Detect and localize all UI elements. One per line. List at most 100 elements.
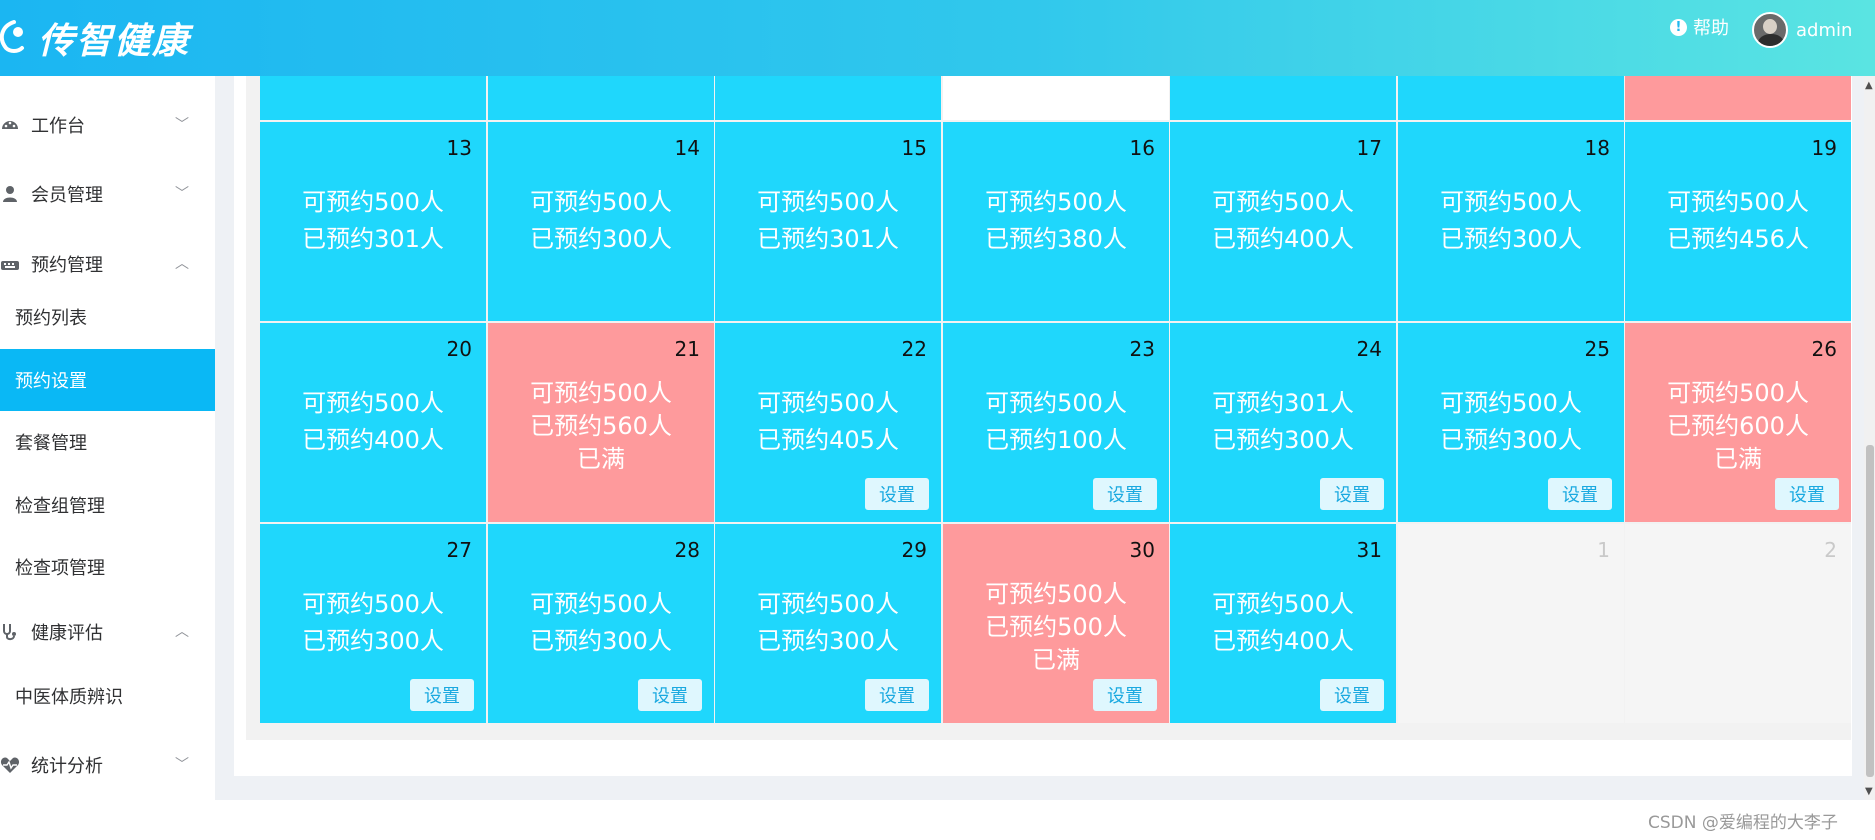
calendar-day-cell[interactable]	[715, 76, 941, 120]
calendar-day-cell[interactable]	[1170, 76, 1396, 120]
day-number: 27	[446, 538, 472, 562]
calendar-day-cell[interactable]: 16 可预约500人 已预约380人	[943, 122, 1169, 321]
capacity-text: 可预约500人	[302, 389, 444, 417]
appointment-info: 可预约500人 已预约380人	[943, 184, 1169, 258]
booked-text: 已预约301人	[757, 225, 899, 253]
logo-mark-icon	[0, 18, 34, 58]
sidebar-menu-label: 工作台	[31, 116, 85, 137]
calendar-day-cell[interactable]: 18 可预约500人 已预约300人	[1398, 122, 1624, 321]
set-button[interactable]: 设置	[865, 679, 929, 711]
capacity-text: 可预约500人	[530, 590, 672, 618]
chevron-up-icon: ︿	[175, 624, 189, 640]
user-menu[interactable]: admin	[1752, 12, 1852, 48]
set-button[interactable]: 设置	[1320, 679, 1384, 711]
heartbeat-icon	[0, 757, 20, 773]
full-status-text: 已满	[1032, 646, 1080, 674]
booked-text: 已预约300人	[530, 225, 672, 253]
help-link[interactable]: ! 帮助	[1670, 14, 1729, 40]
calendar-day-cell[interactable]	[1398, 76, 1624, 120]
calendar-day-cell[interactable]: 22 可预约500人 已预约405人 设置	[715, 323, 941, 522]
calendar-day-cell[interactable]	[260, 76, 486, 120]
day-number: 14	[674, 136, 700, 160]
sidebar-item-appointment-settings[interactable]: 预约设置	[0, 349, 215, 411]
logo[interactable]: 传智健康	[0, 10, 190, 66]
watermark: CSDN @爱编程的大李子	[1648, 813, 1838, 833]
day-number: 25	[1584, 337, 1610, 361]
sidebar-item-appointment-list[interactable]: 预约列表	[0, 286, 215, 348]
sidebar-menu-label: 会员管理	[31, 185, 103, 206]
set-button[interactable]: 设置	[1548, 478, 1612, 510]
appointment-info: 可预约500人 已预约300人	[1398, 385, 1624, 459]
scrollbar-thumb[interactable]	[1866, 445, 1874, 777]
set-button[interactable]: 设置	[1093, 679, 1157, 711]
info-icon: !	[1670, 18, 1687, 36]
calendar-day-cell[interactable]: 27 可预约500人 已预约300人 设置	[260, 524, 486, 723]
stethoscope-icon	[3, 624, 16, 641]
day-number: 26	[1811, 337, 1837, 361]
full-status-text: 已满	[1714, 445, 1762, 473]
sidebar-item-label: 预约设置	[15, 371, 87, 392]
sidebar-menu-members[interactable]: 会员管理 ﹀	[0, 162, 215, 226]
capacity-text: 可预约500人	[1212, 188, 1354, 216]
set-button[interactable]: 设置	[1320, 478, 1384, 510]
calendar-day-cell[interactable]: 24 可预约301人 已预约300人设置	[1170, 323, 1396, 522]
calendar-day-cell[interactable]: 25 可预约500人 已预约300人设置	[1398, 323, 1624, 522]
keyboard-icon	[1, 261, 19, 270]
set-button[interactable]: 设置	[410, 679, 474, 711]
calendar-day-cell[interactable]	[1625, 76, 1851, 120]
day-number: 13	[446, 136, 472, 160]
sidebar: 工作台 ﹀ 会员管理 ﹀ 预约管理 ︿ 预约列表 预约设置 套餐管理 检查组管理…	[0, 76, 215, 840]
set-button[interactable]: 设置	[638, 679, 702, 711]
appointment-info: 可预约301人 已预约300人	[1170, 385, 1396, 459]
calendar-day-cell[interactable]: 13 可预约500人 已预约301人	[260, 122, 486, 321]
set-button[interactable]: 设置	[1093, 478, 1157, 510]
booked-text: 已预约380人	[985, 225, 1127, 253]
capacity-text: 可预约500人	[302, 590, 444, 618]
booked-text: 已预约400人	[1212, 627, 1354, 655]
calendar-day-cell[interactable]: 1	[1398, 524, 1624, 723]
calendar-day-cell[interactable]: 21 可预约500人 已预约560人 已满	[488, 323, 714, 522]
calendar-day-cell[interactable]: 2	[1625, 524, 1851, 723]
calendar-day-cell[interactable]: 31 可预约500人 已预约400人 设置	[1170, 524, 1396, 723]
calendar-day-cell[interactable]: 19 可预约500人 已预约456人	[1625, 122, 1851, 321]
calendar-day-cell[interactable]	[488, 76, 714, 120]
day-number: 30	[1129, 538, 1155, 562]
calendar-day-cell[interactable]: 15 可预约500人 已预约301人	[715, 122, 941, 321]
capacity-text: 可预约500人	[1667, 188, 1809, 216]
booked-text: 已预约300人	[1440, 426, 1582, 454]
booked-text: 已预约400人	[1212, 225, 1354, 253]
sidebar-item-checkgroup-management[interactable]: 检查组管理	[0, 474, 215, 536]
calendar-day-cell[interactable]: 26 可预约500人 已预约600人 已满 设置	[1625, 323, 1851, 522]
day-number: 23	[1129, 337, 1155, 361]
booked-text: 已预约500人	[985, 613, 1127, 641]
day-number: 31	[1356, 538, 1382, 562]
sidebar-item-label: 预约列表	[15, 308, 87, 329]
top-header: 传智健康 ! 帮助 admin	[0, 0, 1875, 76]
scroll-up-icon[interactable]: ▲	[1865, 80, 1873, 91]
booked-text: 已预约300人	[530, 627, 672, 655]
sidebar-menu-label: 健康评估	[31, 623, 103, 644]
sidebar-item-package-management[interactable]: 套餐管理	[0, 411, 215, 473]
set-button[interactable]: 设置	[865, 478, 929, 510]
day-number: 2	[1824, 538, 1837, 562]
day-number: 24	[1356, 337, 1382, 361]
appointment-info: 可预约500人 已预约300人	[1398, 184, 1624, 258]
day-number: 16	[1129, 136, 1155, 160]
sidebar-menu-health-assessment[interactable]: 健康评估 ︿	[0, 600, 215, 664]
calendar-day-cell[interactable]: 29 可预约500人 已预约300人 设置	[715, 524, 941, 723]
sidebar-menu-workbench[interactable]: 工作台 ﹀	[0, 93, 215, 157]
day-number: 18	[1584, 136, 1610, 160]
calendar-day-cell[interactable]: 28 可预约500人 已预约300人 设置	[488, 524, 714, 723]
calendar-day-cell[interactable]: 17 可预约500人 已预约400人	[1170, 122, 1396, 321]
appointment-info: 可预约500人 已预约560人 已满	[488, 377, 714, 476]
calendar-day-cell[interactable]: 14 可预约500人 已预约300人	[488, 122, 714, 321]
calendar-day-cell[interactable]: 20 可预约500人 已预约400人	[260, 323, 486, 522]
calendar-day-cell[interactable]: 23 可预约500人 已预约100人 设置	[943, 323, 1169, 522]
scroll-down-icon[interactable]: ▼	[1865, 786, 1873, 797]
sidebar-item-tcm-constitution[interactable]: 中医体质辨识	[0, 665, 215, 727]
set-button[interactable]: 设置	[1775, 478, 1839, 510]
calendar-day-cell[interactable]	[943, 76, 1169, 120]
sidebar-item-checkitem-management[interactable]: 检查项管理	[0, 536, 215, 598]
calendar-day-cell[interactable]: 30 可预约500人 已预约500人 已满 设置	[943, 524, 1169, 723]
sidebar-menu-statistics[interactable]: 统计分析 ﹀	[0, 733, 215, 797]
